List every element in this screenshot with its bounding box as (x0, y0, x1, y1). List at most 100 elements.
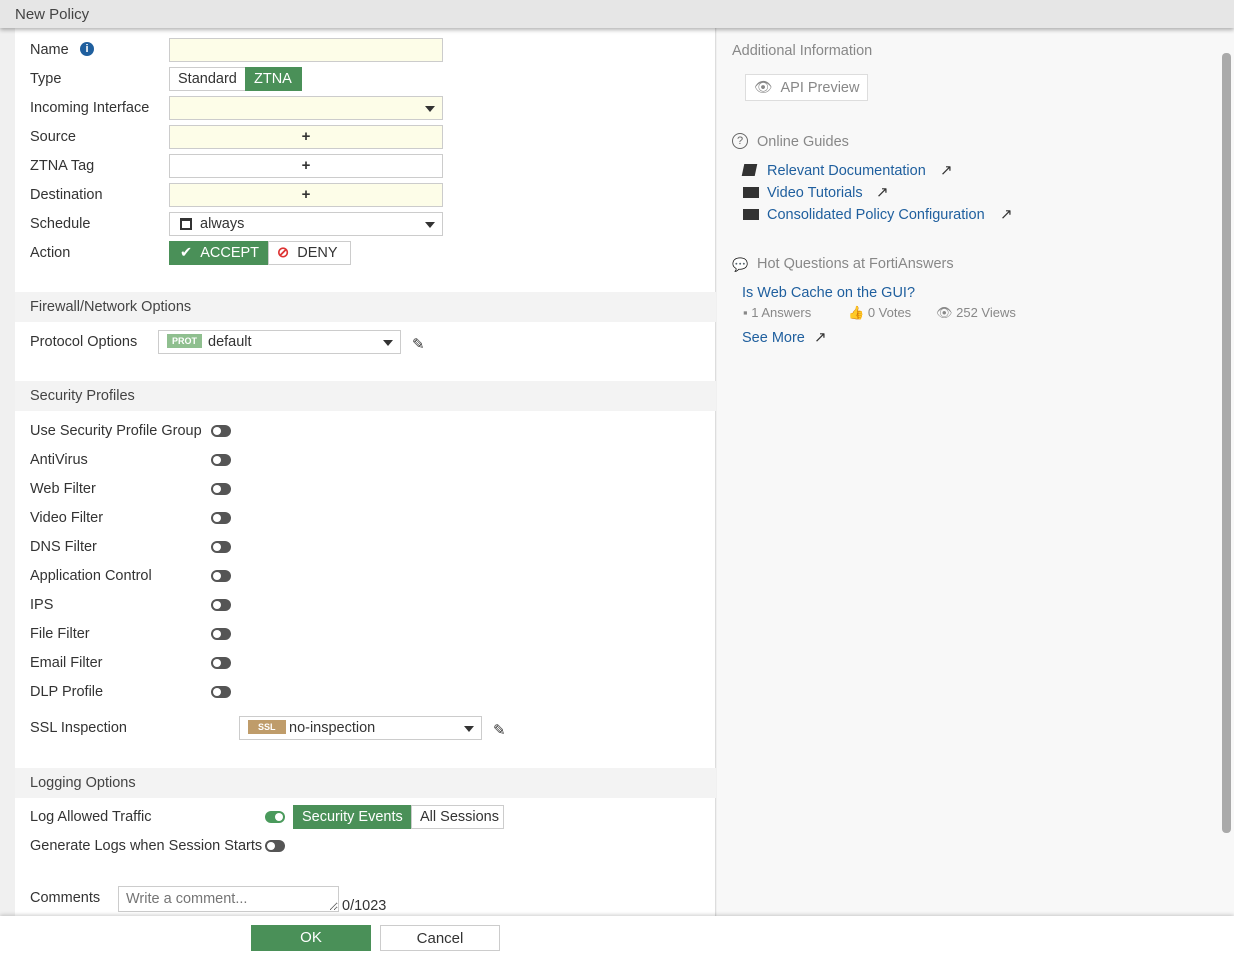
votes-label: 0 Votes (867, 305, 912, 320)
section-title: Security Profiles (30, 388, 135, 404)
section-title: Logging Options (30, 775, 136, 791)
scrollbar-thumb[interactable] (1222, 53, 1231, 833)
source-add-field[interactable]: + (169, 125, 443, 149)
incoming-interface-select[interactable] (169, 96, 443, 120)
schedule-label: Schedule (30, 216, 91, 232)
ssl-value: no-inspection (289, 720, 376, 736)
security-profiles-section-header: Security Profiles (15, 381, 716, 411)
antivirus-toggle[interactable] (211, 454, 231, 466)
security-profile-label: IPS (30, 597, 54, 613)
source-label: Source (30, 129, 76, 145)
name-input[interactable] (169, 38, 443, 62)
protocol-options-label: Protocol Options (30, 334, 138, 350)
book-icon (741, 164, 758, 176)
chevron-down-icon (464, 726, 474, 732)
video-tutorials-link[interactable]: Video Tutorials (767, 185, 863, 201)
dialog-title: New Policy (15, 6, 90, 23)
incoming-interface-label: Incoming Interface (30, 100, 150, 116)
edit-pencil-icon[interactable]: ✎ (493, 721, 506, 739)
ssl-badge: SSL (248, 720, 286, 734)
edit-pencil-icon[interactable]: ✎ (412, 335, 425, 353)
plus-icon: + (301, 128, 311, 145)
ztna-tag-label: ZTNA Tag (30, 158, 95, 174)
ips-toggle[interactable] (211, 599, 231, 611)
security-profile-label: Email Filter (30, 655, 103, 671)
hot-questions-header: Hot Questions at FortiAnswers (757, 256, 954, 272)
email-filter-toggle[interactable] (211, 657, 231, 669)
security-events-option[interactable]: Security Events (293, 805, 411, 829)
security-profile-label: AntiVirus (30, 452, 88, 468)
deny-label: DENY (297, 245, 338, 261)
security-profile-label: Use Security Profile Group (30, 423, 202, 439)
action-label: Action (30, 245, 71, 261)
web-filter-toggle[interactable] (211, 483, 231, 495)
action-deny-button[interactable]: ⊘ DENY (268, 241, 351, 265)
chevron-down-icon (425, 106, 435, 112)
type-ztna-option[interactable]: ZTNA (245, 67, 302, 91)
eye-icon: 👁 (754, 80, 773, 96)
schedule-select[interactable]: always (169, 212, 443, 236)
schedule-value: always (200, 216, 245, 232)
cancel-button[interactable]: Cancel (380, 925, 500, 951)
chevron-down-icon (383, 340, 393, 346)
all-sessions-option[interactable]: All Sessions (411, 805, 504, 829)
votes-count: 👍 0 Votes (848, 305, 912, 320)
external-link-icon[interactable]: ↗ (876, 183, 889, 201)
video-filter-toggle[interactable] (211, 512, 231, 524)
security-profile-label: Application Control (30, 568, 152, 584)
comments-textarea[interactable] (118, 886, 339, 912)
plus-icon: + (301, 186, 311, 203)
dlp-profile-toggle[interactable] (211, 686, 231, 698)
comments-label: Comments (30, 890, 101, 906)
external-link-icon[interactable]: ↗ (814, 328, 827, 346)
generate-logs-toggle[interactable] (265, 840, 285, 852)
prot-badge: PROT (167, 334, 203, 348)
answers-label: 1 Answers (751, 305, 812, 320)
type-label: Type (30, 71, 62, 87)
views-label: 252 Views (956, 305, 1016, 320)
dns-filter-toggle[interactable] (211, 541, 231, 553)
views-count: 👁 252 Views (936, 305, 1016, 320)
consolidated-policy-link[interactable]: Consolidated Policy Configuration (767, 207, 985, 223)
protocol-options-select[interactable]: PROT default (158, 330, 401, 354)
schedule-icon (180, 218, 192, 230)
deny-icon: ⊘ (277, 245, 290, 261)
api-preview-label: API Preview (780, 80, 860, 96)
protocol-value: default (208, 334, 252, 350)
api-preview-button[interactable]: 👁 API Preview (745, 74, 868, 101)
ssl-inspection-select[interactable]: SSL no-inspection (239, 716, 482, 740)
security-profile-label: Video Filter (30, 510, 104, 526)
application-control-toggle[interactable] (211, 570, 231, 582)
online-guides-header: Online Guides (757, 134, 849, 150)
security-profile-label: Web Filter (30, 481, 96, 497)
additional-info-panel (717, 28, 1234, 916)
name-label: Name (30, 42, 69, 58)
plus-icon: + (301, 157, 311, 174)
destination-add-field[interactable]: + (169, 183, 443, 207)
relevant-documentation-link[interactable]: Relevant Documentation (767, 163, 926, 179)
security-profile-label: DLP Profile (30, 684, 104, 700)
file-filter-toggle[interactable] (211, 628, 231, 640)
video-camera-icon (743, 209, 759, 220)
security-profile-label: DNS Filter (30, 539, 97, 555)
info-icon[interactable]: i (80, 42, 94, 56)
external-link-icon[interactable]: ↗ (1000, 205, 1013, 223)
question-link[interactable]: Is Web Cache on the GUI? (742, 285, 915, 301)
action-accept-button[interactable]: ✔ ACCEPT (169, 241, 268, 265)
title-bar: New Policy (0, 0, 1234, 28)
ok-button[interactable]: OK (251, 925, 371, 951)
ssl-inspection-label: SSL Inspection (30, 720, 127, 736)
use-security-profile-group-toggle[interactable] (211, 425, 231, 437)
ztna-tag-add-field[interactable]: + (169, 154, 443, 178)
type-standard-option[interactable]: Standard (169, 67, 246, 91)
logging-section-header: Logging Options (15, 768, 716, 798)
chevron-down-icon (425, 222, 435, 228)
log-allowed-traffic-toggle[interactable] (265, 811, 285, 823)
log-allowed-traffic-label: Log Allowed Traffic (30, 809, 152, 825)
comments-icon: 💬 (732, 257, 749, 272)
security-profile-label: File Filter (30, 626, 90, 642)
see-more-link[interactable]: See More (742, 330, 805, 346)
section-title: Firewall/Network Options (30, 299, 192, 315)
answers-count: ▪ 1 Answers (743, 305, 812, 320)
external-link-icon[interactable]: ↗ (940, 161, 953, 179)
